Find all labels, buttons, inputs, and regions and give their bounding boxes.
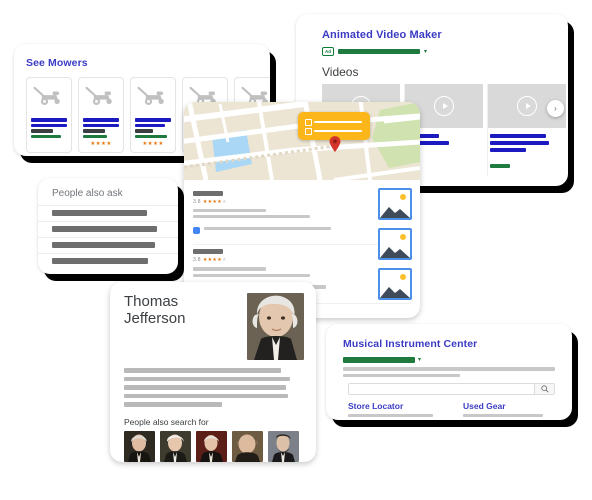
mower-detail-lines <box>83 118 119 140</box>
george-washington-portrait <box>160 430 191 462</box>
related-entity[interactable] <box>232 430 263 463</box>
lawn-mower-icon <box>85 86 112 105</box>
video-card-header: Animated Video Maker <box>296 14 568 43</box>
image-placeholder-icon[interactable] <box>378 268 412 300</box>
chevron-down-icon[interactable]: ▾ <box>424 48 427 55</box>
serp-feature-collage: See Mowers ★★★★ ★★★★ Animated Video Make… <box>0 0 592 500</box>
video-card-title[interactable]: Animated Video Maker <box>322 29 442 41</box>
related-entity[interactable] <box>196 430 227 463</box>
knowledge-panel-card[interactable]: Thomas Jefferson People also search for <box>110 282 316 462</box>
knowledge-panel-header: Thomas Jefferson <box>110 282 316 360</box>
john-adams-portrait <box>124 430 155 462</box>
person-icon <box>193 226 200 234</box>
sitelink-label[interactable]: Used Gear <box>463 401 548 411</box>
sitelinks-row[interactable]: Store Locator Used Gear <box>326 395 572 420</box>
mower-detail-lines <box>31 118 67 140</box>
paa-question[interactable] <box>38 253 178 269</box>
related-entity[interactable] <box>268 430 299 463</box>
local-result-thumbnails <box>378 188 412 308</box>
see-mowers-title[interactable]: See Mowers <box>26 57 88 69</box>
people-also-ask-title: People also ask <box>52 188 123 199</box>
paa-question[interactable] <box>38 237 178 253</box>
mower-rating: ★★★★ <box>90 141 112 147</box>
search-input[interactable] <box>348 383 555 395</box>
music-card-header: Musical Instrument Center <box>326 324 572 352</box>
people-also-search-for-heading: People also search for <box>124 416 209 427</box>
mower-product-tile[interactable]: ★★★★ <box>130 77 176 153</box>
entity-description <box>110 360 316 407</box>
videos-section-heading: Videos <box>322 65 359 79</box>
entity-name-line1: Thomas <box>124 293 179 310</box>
tooltip-bullet-icon <box>305 128 312 135</box>
image-placeholder-icon[interactable] <box>378 228 412 260</box>
search-icon <box>540 385 548 393</box>
thomas-jefferson-portrait[interactable] <box>247 293 304 360</box>
related-entity[interactable] <box>124 430 155 463</box>
musical-instrument-center-card[interactable]: Musical Instrument Center ▾ Store Locato… <box>326 324 572 420</box>
map-image[interactable] <box>184 102 420 180</box>
benjamin-franklin-portrait <box>232 430 263 462</box>
sitelink-store-locator[interactable]: Store Locator <box>348 401 433 420</box>
people-also-search-for-row[interactable] <box>110 427 316 463</box>
music-ad-row: ▾ <box>326 352 572 363</box>
related-entity[interactable] <box>160 430 191 463</box>
mower-product-tile[interactable] <box>26 77 72 153</box>
lawn-mower-icon <box>137 86 164 105</box>
search-button[interactable] <box>534 384 554 394</box>
play-icon[interactable] <box>517 96 537 116</box>
mower-rating: ★★★★ <box>142 141 164 147</box>
mower-detail-lines <box>135 118 171 140</box>
play-icon[interactable] <box>434 96 454 116</box>
people-also-ask-card[interactable]: People also ask <box>38 178 178 274</box>
music-card-title[interactable]: Musical Instrument Center <box>343 338 477 350</box>
ad-badge: Ad <box>322 47 334 56</box>
mower-product-tile[interactable]: ★★★★ <box>78 77 124 153</box>
abraham-lincoln-portrait <box>268 430 299 462</box>
chevron-down-icon[interactable]: ▾ <box>418 356 421 363</box>
video-tile[interactable] <box>487 84 566 176</box>
sitelink-label[interactable]: Store Locator <box>348 401 433 411</box>
paa-question[interactable] <box>38 205 178 221</box>
tooltip-bullet-icon <box>305 119 312 126</box>
entity-name-line2: Jefferson <box>124 310 186 327</box>
music-description <box>326 363 572 377</box>
entity-name: Thomas Jefferson <box>124 293 185 360</box>
paa-question[interactable] <box>38 221 178 237</box>
see-mowers-header: See Mowers <box>14 44 270 77</box>
james-madison-portrait <box>196 430 227 462</box>
video-meta <box>488 128 566 176</box>
map-pin-icon[interactable] <box>329 136 341 152</box>
image-placeholder-icon[interactable] <box>378 188 412 220</box>
video-ad-row: Ad ▾ <box>296 43 568 56</box>
sitelink-used-gear[interactable]: Used Gear <box>463 401 548 420</box>
carousel-next-button[interactable]: › <box>547 100 564 117</box>
lawn-mower-icon <box>33 86 60 105</box>
